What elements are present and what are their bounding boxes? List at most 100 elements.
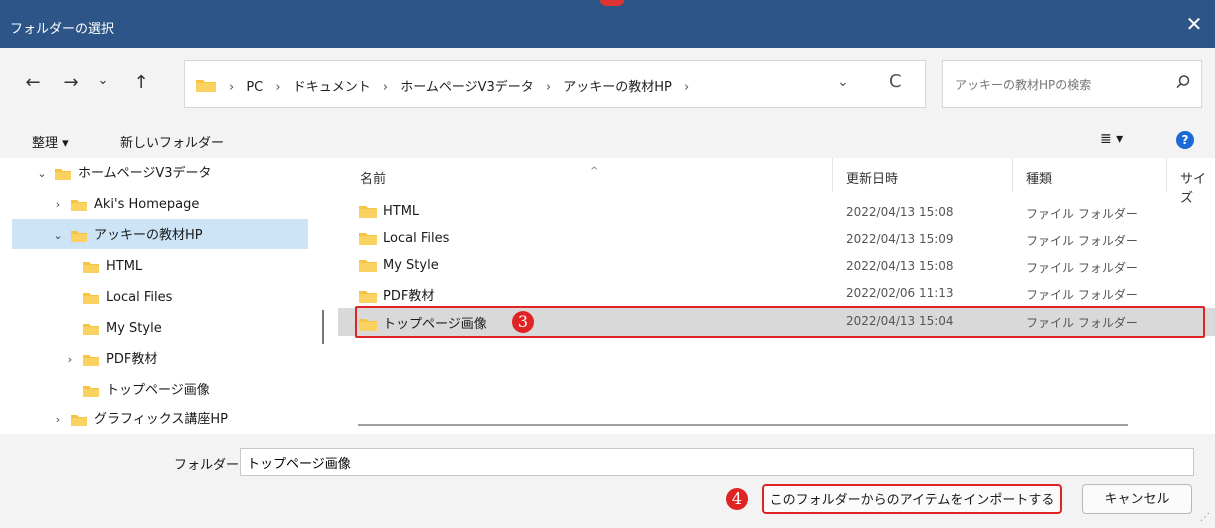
file-name: HTML (383, 204, 420, 219)
tree-item-acky-hp[interactable]: ⌄ アッキーの教材HP (50, 223, 203, 249)
breadcrumb-separator: › (275, 80, 281, 95)
pane-scrollbar[interactable] (322, 310, 324, 344)
tree-item-label: Aki's Homepage (94, 197, 200, 212)
search-box[interactable] (942, 60, 1202, 108)
chevron-down-icon[interactable]: ⌄ (50, 223, 66, 249)
breadcrumb-separator: › (229, 80, 235, 95)
breadcrumb-separator: › (545, 80, 552, 95)
highlight-box-selected-row (355, 306, 1205, 338)
column-header-type[interactable]: 種類 (1026, 168, 1052, 187)
folder-icon (71, 199, 87, 211)
file-row[interactable]: Local Files 2022/04/13 15:09 ファイル フォルダー (338, 226, 1215, 252)
column-header-date[interactable]: 更新日時 (846, 168, 898, 187)
file-row[interactable]: PDF教材 2022/02/06 11:13 ファイル フォルダー (338, 280, 1215, 306)
file-type: ファイル フォルダー (1026, 234, 1138, 248)
file-list[interactable]: ^ 名前 更新日時 種類 サイズ HTML 2022/04/13 15:08 フ… (338, 158, 1215, 434)
folder-icon (83, 323, 99, 335)
step-badge-4: 4 (726, 488, 748, 510)
tree-item-top-page-images[interactable]: トップページ画像 (62, 378, 210, 404)
tree-item-graphics-hp[interactable]: › グラフィックス講座HP (50, 407, 228, 433)
resize-grip-icon[interactable]: ⋰ (1200, 512, 1210, 523)
file-date: 2022/02/06 11:13 (846, 286, 954, 300)
file-type: ファイル フォルダー (1026, 207, 1138, 221)
folder-field-label: フォルダー: (174, 458, 244, 473)
file-type: ファイル フォルダー (1026, 261, 1138, 275)
breadcrumb-item-homepage-data[interactable]: ホームページV3データ (400, 80, 534, 95)
folder-icon (83, 261, 99, 273)
breadcrumb-item-acky-hp[interactable]: アッキーの教材HP (563, 80, 672, 95)
breadcrumb-separator: › (684, 80, 690, 95)
breadcrumb-separator: › (382, 80, 389, 95)
tree-item-homepage-data[interactable]: ⌄ ホームページV3データ (34, 161, 212, 187)
folder-icon (71, 414, 87, 426)
file-row[interactable]: My Style 2022/04/13 15:08 ファイル フォルダー (338, 253, 1215, 279)
folder-name-field[interactable] (240, 448, 1194, 476)
refresh-icon[interactable]: C (889, 71, 902, 92)
view-options-button[interactable]: ≣ ▾ (1100, 131, 1123, 147)
close-button[interactable]: ✕ (1182, 12, 1206, 36)
file-name: PDF教材 (383, 289, 435, 304)
tree-item-label: トップページ画像 (106, 383, 210, 398)
cancel-button[interactable]: キャンセル (1082, 484, 1192, 514)
command-bar: 整理 ▾ 新しいフォルダー ≣ ▾ ? (0, 122, 1215, 158)
folder-icon (196, 80, 216, 92)
search-icon[interactable] (1175, 74, 1191, 90)
step-badge-3: 3 (512, 311, 534, 333)
tree-item-label: アッキーの教材HP (94, 228, 203, 243)
chevron-right-icon[interactable]: › (62, 347, 78, 373)
horizontal-scrollbar[interactable] (358, 424, 1128, 426)
forward-button[interactable]: → (58, 70, 84, 96)
breadcrumb: › PC › ドキュメント › ホームページV3データ › アッキーの教材HP … (227, 76, 697, 95)
tree-item-label: ホームページV3データ (78, 166, 212, 181)
search-input[interactable] (953, 74, 1157, 96)
chevron-right-icon[interactable]: › (50, 192, 66, 218)
address-dropdown-button[interactable]: ⌄ (837, 74, 849, 90)
tree-item-local-files[interactable]: Local Files (62, 285, 172, 311)
folder-icon (359, 260, 377, 272)
tree-item-my-style[interactable]: My Style (62, 316, 162, 342)
breadcrumb-item-documents[interactable]: ドキュメント (293, 80, 371, 95)
folder-icon (55, 168, 71, 180)
title-bar: フォルダーの選択 ✕ (0, 0, 1215, 48)
import-from-folder-button[interactable]: このフォルダーからのアイテムをインポートする (762, 484, 1062, 514)
file-name: My Style (383, 258, 439, 273)
column-divider[interactable] (1166, 158, 1167, 192)
file-name: Local Files (383, 231, 450, 246)
address-bar[interactable]: › PC › ドキュメント › ホームページV3データ › アッキーの教材HP … (184, 60, 926, 108)
folder-icon (83, 292, 99, 304)
new-folder-button[interactable]: 新しいフォルダー (120, 132, 224, 151)
chevron-down-icon[interactable]: ⌄ (34, 161, 50, 187)
window-title: フォルダーの選択 (10, 22, 115, 37)
tree-item-label: グラフィックス講座HP (94, 412, 228, 427)
column-header-name[interactable]: 名前 (360, 168, 386, 187)
chevron-right-icon[interactable]: › (50, 407, 66, 433)
file-date: 2022/04/13 15:08 (846, 259, 954, 273)
folder-icon (359, 206, 377, 218)
navigation-pane[interactable]: ⌄ ホームページV3データ › Aki's Homepage ⌄ アッキーの教材HP … (0, 158, 335, 434)
folder-icon (71, 230, 87, 242)
column-divider[interactable] (832, 158, 833, 192)
file-row[interactable]: HTML 2022/04/13 15:08 ファイル フォルダー (338, 199, 1215, 225)
folder-icon (83, 385, 99, 397)
tree-item-pdf-material[interactable]: › PDF教材 (62, 347, 158, 373)
folder-icon (83, 354, 99, 366)
tree-item-label: PDF教材 (106, 352, 158, 367)
tree-item-label: Local Files (106, 290, 173, 305)
recent-locations-button[interactable]: ⌄ (90, 68, 116, 94)
sort-ascending-icon: ^ (590, 166, 599, 177)
column-divider[interactable] (1012, 158, 1013, 192)
help-icon[interactable]: ? (1176, 131, 1194, 149)
tree-item-html[interactable]: HTML (62, 254, 142, 280)
file-date: 2022/04/13 15:09 (846, 232, 954, 246)
back-button[interactable]: ← (20, 70, 46, 96)
folder-icon (359, 233, 377, 245)
tree-item-akis-homepage[interactable]: › Aki's Homepage (50, 192, 200, 218)
file-type: ファイル フォルダー (1026, 288, 1138, 302)
dialog-footer: フォルダー: 4 このフォルダーからのアイテムをインポートする キャンセル ⋰ (0, 434, 1215, 528)
tree-item-label: My Style (106, 321, 162, 336)
organize-menu[interactable]: 整理 ▾ (32, 132, 69, 151)
breadcrumb-item-pc[interactable]: PC (246, 80, 263, 95)
navigation-bar: ← → ⌄ ↑ › PC › ドキュメント › ホームページV3データ › アッ… (0, 48, 1215, 122)
up-button[interactable]: ↑ (128, 70, 154, 96)
tree-item-label: HTML (106, 259, 143, 274)
